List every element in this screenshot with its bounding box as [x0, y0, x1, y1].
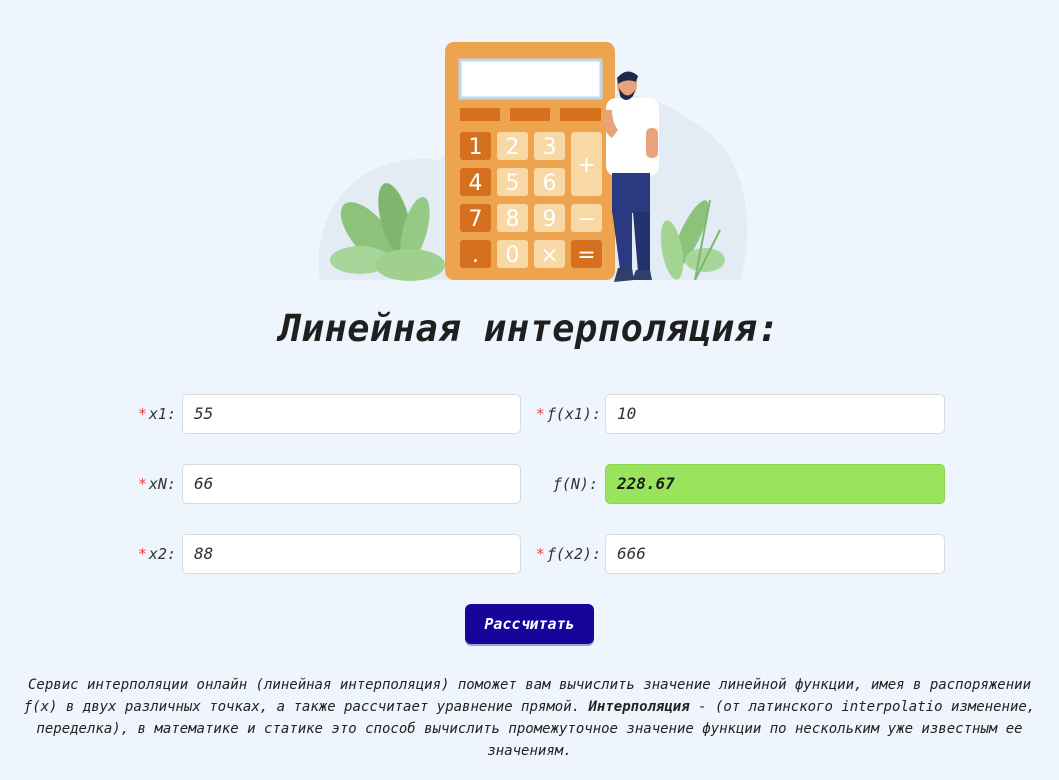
required-marker: *: [137, 545, 147, 563]
calculator-illustration: 1 2 3 +4 5 6 7 8 9 −. 0 × =: [318, 42, 748, 282]
x2-label-text: x2:: [148, 545, 176, 563]
xN-label: * xN:: [110, 464, 176, 504]
fx1-label-text: ƒ(x1):: [546, 405, 601, 423]
fx1-input[interactable]: 10: [605, 394, 945, 434]
calculator-key-label: 7: [469, 207, 483, 232]
calculator-key-label: 2: [506, 135, 520, 160]
calculator-key-label: 1: [469, 135, 483, 160]
fx2-label-text: ƒ(x2):: [546, 545, 601, 563]
calculate-button[interactable]: Рассчитать: [465, 604, 594, 644]
calculator-key-label: =: [577, 243, 595, 268]
calculator-key-label: 4: [469, 171, 483, 196]
required-marker: *: [137, 475, 147, 493]
calculator-key-label: 9: [543, 207, 557, 232]
fx2-input[interactable]: 666: [605, 534, 945, 574]
x1-label: * x1:: [110, 394, 176, 434]
fx1-label: * ƒ(x1):: [520, 394, 601, 434]
description-bold: Интерполяция: [588, 699, 690, 715]
calculator-key-label: +: [577, 153, 595, 178]
calculator-key-label: 3: [543, 135, 557, 160]
fx2-label: * ƒ(x2):: [520, 534, 601, 574]
description-text: Сервис интерполяции онлайн (линейная инт…: [20, 674, 1039, 762]
calculator-display: [458, 58, 603, 100]
calculator-key-label: 8: [506, 207, 520, 232]
calculator-key-label: 6: [543, 171, 557, 196]
calculator-key-label: .: [472, 243, 479, 268]
page-title: Линейная интерполяция:: [278, 307, 781, 350]
required-marker: *: [535, 545, 545, 563]
x2-input[interactable]: 88: [182, 534, 521, 574]
x2-label: * x2:: [110, 534, 176, 574]
fN-label-text: ƒ(N):: [552, 475, 598, 493]
required-marker: *: [535, 405, 545, 423]
calculator-key-label: 0: [506, 243, 520, 268]
x1-label-text: x1:: [148, 405, 176, 423]
fN-result-field[interactable]: 228.67: [605, 464, 945, 504]
calculator-key-label: ×: [540, 243, 558, 268]
xN-label-text: xN:: [148, 475, 176, 493]
calculator-key-label: 5: [506, 171, 520, 196]
x1-input[interactable]: 55: [182, 394, 521, 434]
required-marker: *: [137, 405, 147, 423]
fN-label: ƒ(N):: [520, 464, 598, 504]
xN-input[interactable]: 66: [182, 464, 521, 504]
calculator-key-label: −: [577, 207, 595, 232]
